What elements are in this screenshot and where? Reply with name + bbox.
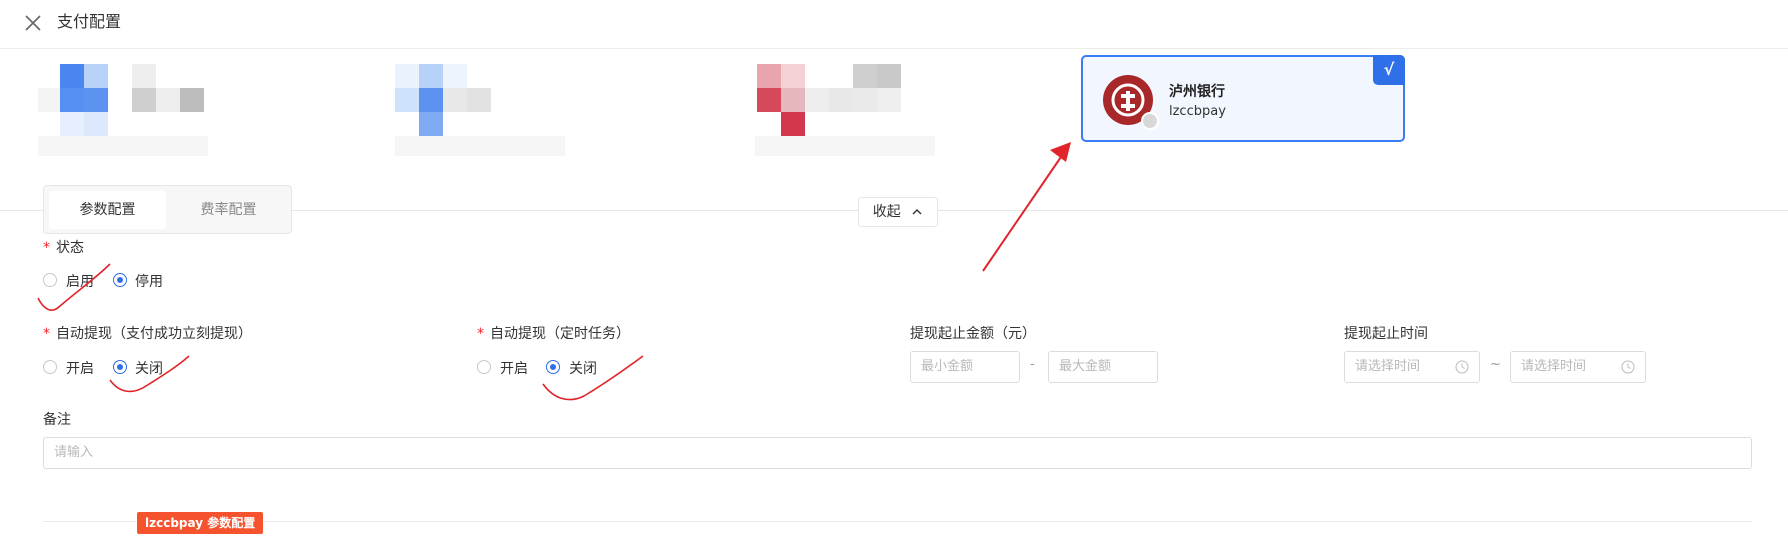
max-amount-input[interactable]: 最大金额 — [1048, 351, 1158, 383]
top-bar — [0, 0, 1788, 49]
end-time-placeholder: 请选择时间 — [1521, 359, 1587, 374]
scheduled-off-label[interactable]: 关闭 — [569, 358, 597, 378]
instant-off-radio[interactable] — [113, 360, 127, 374]
blurred-bank-card-2[interactable] — [395, 60, 565, 160]
instant-on-label[interactable]: 开启 — [66, 358, 94, 378]
min-amount-input[interactable]: 最小金额 — [910, 351, 1020, 383]
clock-icon — [1621, 360, 1635, 374]
remark-input[interactable]: 请输入 — [43, 437, 1752, 469]
config-tabs: 参数配置 费率配置 — [43, 185, 292, 234]
time-separator: ~ — [1490, 357, 1501, 372]
collapse-label: 收起 — [872, 204, 901, 220]
end-time-picker[interactable]: 请选择时间 — [1510, 351, 1646, 383]
close-icon[interactable] — [22, 12, 44, 34]
status-dot — [1141, 112, 1159, 130]
section-divider — [43, 521, 1752, 522]
page-title: 支付配置 — [57, 12, 122, 31]
chevron-up-icon — [912, 209, 922, 215]
blurred-bank-card-1[interactable] — [38, 60, 208, 160]
start-time-picker[interactable]: 请选择时间 — [1344, 351, 1480, 383]
clock-icon — [1455, 360, 1469, 374]
time-range-label: 提现起止时间 — [1344, 326, 1428, 342]
status-enable-label[interactable]: 启用 — [66, 271, 94, 291]
auto-withdraw-scheduled-label: * 自动提现（定时任务） — [477, 326, 630, 342]
start-time-placeholder: 请选择时间 — [1355, 359, 1421, 374]
blurred-bank-card-3[interactable] — [755, 60, 935, 160]
status-disable-radio[interactable] — [113, 273, 127, 287]
check-icon: √ — [1373, 55, 1405, 85]
tab-rate-config[interactable]: 费率配置 — [170, 191, 287, 229]
scheduled-on-radio[interactable] — [477, 360, 491, 374]
status-disable-label[interactable]: 停用 — [135, 271, 163, 291]
scheduled-off-radio[interactable] — [546, 360, 560, 374]
instant-off-label[interactable]: 关闭 — [135, 358, 163, 378]
status-label: * 状态 — [43, 240, 84, 256]
tab-param-config[interactable]: 参数配置 — [49, 191, 166, 229]
bank-card-selected[interactable]: 泸州银行 lzccbpay √ — [1081, 55, 1405, 142]
amount-separator: - — [1030, 357, 1035, 372]
scheduled-on-label[interactable]: 开启 — [500, 358, 528, 378]
auto-withdraw-instant-label: * 自动提现（支付成功立刻提现） — [43, 326, 252, 342]
amount-range-label: 提现起止金额（元） — [910, 326, 1036, 342]
status-enable-radio[interactable] — [43, 273, 57, 287]
collapse-button[interactable]: 收起 — [858, 197, 938, 227]
instant-on-radio[interactable] — [43, 360, 57, 374]
remark-label: 备注 — [43, 412, 71, 428]
section-tag: lzccbpay 参数配置 — [137, 512, 264, 534]
bank-name: 泸州银行 — [1169, 84, 1225, 100]
bank-code: lzccbpay — [1169, 104, 1226, 119]
